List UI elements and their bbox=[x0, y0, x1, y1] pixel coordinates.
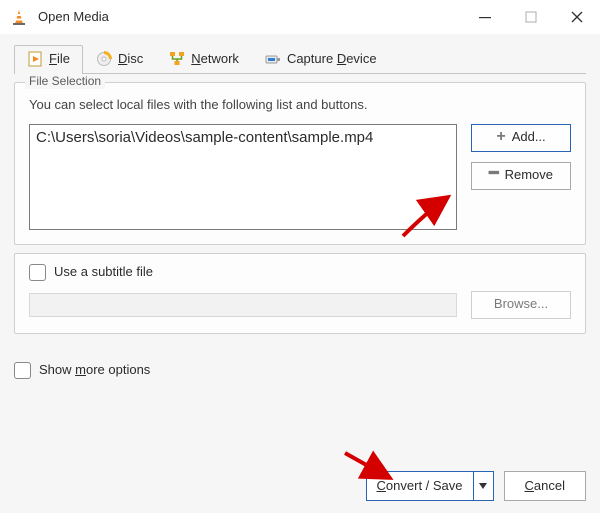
browse-subtitle-button: Browse... bbox=[471, 291, 571, 319]
show-more-options-label: Show more options bbox=[39, 362, 150, 379]
window-minimize-button[interactable] bbox=[462, 0, 508, 34]
file-list-item[interactable]: C:\Users\soria\Videos\sample-content\sam… bbox=[36, 128, 450, 148]
cancel-label: Cancel bbox=[525, 478, 565, 495]
maximize-icon bbox=[525, 11, 537, 23]
show-more-options-checkbox[interactable]: Show more options bbox=[14, 362, 586, 379]
tab-file[interactable]: File bbox=[14, 45, 83, 74]
tab-label: Network bbox=[191, 51, 239, 68]
file-list[interactable]: C:\Users\soria\Videos\sample-content\sam… bbox=[29, 124, 457, 230]
network-icon bbox=[169, 51, 185, 67]
tab-label: Capture Device bbox=[287, 51, 377, 68]
chevron-down-icon bbox=[479, 483, 487, 489]
dialog-buttons: Convert / Save Cancel bbox=[366, 471, 586, 501]
file-selection-help: You can select local files with the foll… bbox=[29, 97, 571, 114]
window-title: Open Media bbox=[38, 9, 109, 26]
use-subtitle-label: Use a subtitle file bbox=[54, 264, 153, 281]
file-selection-panel: File Selection You can select local file… bbox=[14, 82, 586, 245]
convert-save-label: Convert / Save bbox=[367, 472, 473, 500]
add-file-label: Add... bbox=[512, 129, 546, 146]
convert-save-button[interactable]: Convert / Save bbox=[366, 471, 494, 501]
subtitle-panel: Use a subtitle file Browse... bbox=[14, 253, 586, 334]
window-maximize-button[interactable] bbox=[508, 0, 554, 34]
tab-network[interactable]: Network bbox=[156, 45, 252, 74]
title-bar: Open Media bbox=[0, 0, 600, 34]
checkbox-icon bbox=[14, 362, 31, 379]
source-tabs: File Disc Network Capture Device bbox=[14, 44, 586, 74]
tab-disc[interactable]: Disc bbox=[83, 45, 156, 74]
tab-capture-device[interactable]: Capture Device bbox=[252, 45, 390, 74]
vlc-cone-icon bbox=[10, 8, 28, 26]
file-play-icon bbox=[27, 51, 43, 67]
cancel-button[interactable]: Cancel bbox=[504, 471, 586, 501]
file-selection-legend: File Selection bbox=[25, 74, 105, 90]
plus-icon: + bbox=[496, 129, 505, 145]
use-subtitle-checkbox[interactable]: Use a subtitle file bbox=[29, 264, 571, 281]
remove-file-button[interactable]: ━ Remove bbox=[471, 162, 571, 190]
minus-icon: ━ bbox=[489, 166, 499, 182]
capture-device-icon bbox=[265, 51, 281, 67]
disc-icon bbox=[96, 51, 112, 67]
tab-label: Disc bbox=[118, 51, 143, 68]
window-close-button[interactable] bbox=[554, 0, 600, 34]
close-icon bbox=[571, 11, 583, 23]
convert-save-dropdown[interactable] bbox=[473, 472, 493, 500]
minimize-icon bbox=[479, 11, 491, 23]
remove-file-label: Remove bbox=[505, 167, 553, 184]
checkbox-icon bbox=[29, 264, 46, 281]
browse-label: Browse... bbox=[494, 296, 548, 313]
tab-label: File bbox=[49, 51, 70, 68]
add-file-button[interactable]: + Add... bbox=[471, 124, 571, 152]
subtitle-path-input bbox=[29, 293, 457, 317]
